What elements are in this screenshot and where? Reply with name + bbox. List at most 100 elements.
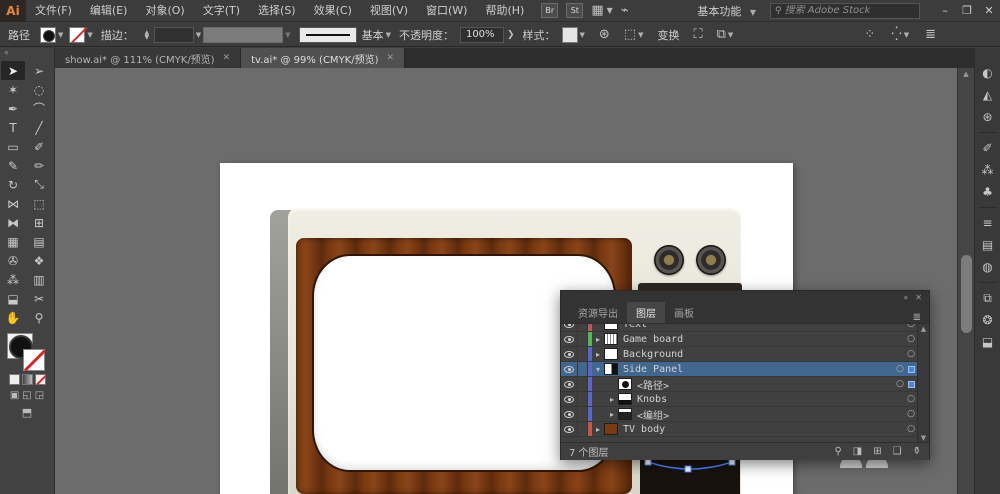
expand-toggle-icon[interactable]: ▸ xyxy=(592,335,604,344)
shape-builder-tool[interactable]: ⧓ xyxy=(1,213,25,232)
lock-toggle[interactable] xyxy=(578,332,588,346)
new-layer-icon[interactable]: ❏ xyxy=(893,446,902,457)
lock-toggle[interactable] xyxy=(578,362,588,376)
menu-item-4[interactable]: 选择(S) xyxy=(249,0,305,22)
close-button[interactable]: ✕ xyxy=(978,4,1000,17)
opacity-panel-arrow-icon[interactable]: ❯ xyxy=(507,30,515,40)
delete-layer-icon[interactable]: ⚱ xyxy=(913,446,921,457)
screen-mode-button[interactable]: ⬒ xyxy=(0,406,54,419)
links-icon[interactable]: ⧉ xyxy=(977,287,999,309)
stock-search[interactable]: ⚲ xyxy=(770,3,920,19)
restore-button[interactable]: ❐ xyxy=(956,4,978,17)
artboard-tool[interactable]: ⬓ xyxy=(1,289,25,308)
fill-stroke-control[interactable] xyxy=(7,333,47,371)
target-circle-icon[interactable]: ○ xyxy=(896,364,904,374)
layer-row-0[interactable]: Text○ xyxy=(561,323,929,332)
panel-menu-icon[interactable]: ≣ xyxy=(913,312,921,323)
visibility-toggle[interactable] xyxy=(561,407,578,421)
eyedropper-tool[interactable]: ✇ xyxy=(1,251,25,270)
width-tool[interactable]: ⋈ xyxy=(1,194,25,213)
stroke-weight-stepper[interactable]: ▲▼ xyxy=(142,27,152,43)
visibility-toggle[interactable] xyxy=(561,347,578,361)
fill-color-button[interactable]: ▼ xyxy=(40,27,63,43)
recolor-artwork-icon[interactable]: ⊛ xyxy=(977,106,999,128)
target-circle-icon[interactable]: ○ xyxy=(907,334,915,344)
layer-row-4[interactable]: <路径>○ xyxy=(561,377,929,392)
visibility-toggle[interactable] xyxy=(561,392,578,406)
stroke-icon[interactable]: ≡ xyxy=(977,212,999,234)
expand-toggle-icon[interactable]: ▸ xyxy=(606,410,618,419)
target-circle-icon[interactable]: ○ xyxy=(896,379,904,389)
align-objects-icon[interactable]: ⁘ xyxy=(864,27,875,42)
visibility-toggle[interactable] xyxy=(561,377,578,391)
tv-knob-shape[interactable] xyxy=(654,245,684,275)
workspace-switcher[interactable]: 基本功能 ▼ xyxy=(697,3,756,19)
search-input[interactable] xyxy=(785,5,915,16)
pencil-tool[interactable]: ✎ xyxy=(1,156,25,175)
scale-tool[interactable]: ⤡ xyxy=(27,175,51,194)
rectangle-tool[interactable]: ▭ xyxy=(1,137,25,156)
scroll-down-icon[interactable]: ▼ xyxy=(918,433,929,442)
none-button[interactable] xyxy=(35,374,46,385)
magic-wand-tool[interactable]: ✶ xyxy=(1,80,25,99)
width-profile-dropdown[interactable] xyxy=(203,27,283,43)
new-sublayer-icon[interactable]: ⊞ xyxy=(873,446,881,457)
arrange-documents-icon[interactable]: ▦ xyxy=(591,3,603,18)
hand-tool[interactable]: ✋ xyxy=(1,308,25,327)
symbol-sprayer-tool[interactable]: ⁂ xyxy=(1,270,25,289)
panel-close-icon[interactable]: ✕ xyxy=(915,293,922,302)
slice-tool[interactable]: ✂ xyxy=(27,289,51,308)
symbols-icon[interactable]: ♣ xyxy=(977,181,999,203)
curvature-tool[interactable]: ⌒ xyxy=(27,99,51,118)
target-circle-icon[interactable]: ○ xyxy=(907,409,915,419)
layer-row-5[interactable]: ▸Knobs○ xyxy=(561,392,929,407)
chevron-down-icon[interactable]: ▼ xyxy=(386,31,391,39)
visibility-toggle[interactable] xyxy=(561,362,578,376)
menu-item-1[interactable]: 编辑(E) xyxy=(81,0,137,22)
expand-toggle-icon[interactable]: ▸ xyxy=(592,350,604,359)
type-tool[interactable]: T xyxy=(1,118,25,137)
selection-tool[interactable]: ➤ xyxy=(1,61,25,80)
isolate-object-icon[interactable]: ⛶ xyxy=(693,27,702,42)
tab-artboards[interactable]: 画板 xyxy=(665,302,703,323)
layer-row-3[interactable]: ▾Side Panel○ xyxy=(561,362,929,377)
layer-row-1[interactable]: ▸Game board○ xyxy=(561,332,929,347)
draw-behind-icon[interactable]: ◱ xyxy=(22,390,31,401)
gradient-button[interactable] xyxy=(22,374,33,385)
gradient-tool[interactable]: ▤ xyxy=(27,232,51,251)
transform-button[interactable]: 变换 xyxy=(657,27,679,43)
brushes-icon[interactable]: ✐ xyxy=(977,137,999,159)
color-guide-icon[interactable]: ◭ xyxy=(977,84,999,106)
panel-menu-icon[interactable]: ≣ xyxy=(925,27,936,42)
stroke-proxy-swatch[interactable] xyxy=(23,349,45,371)
shape-options-icon[interactable]: ⧉ xyxy=(717,27,726,42)
visibility-toggle[interactable] xyxy=(561,422,578,436)
brush-definition-dropdown[interactable] xyxy=(299,27,357,43)
bridge-button[interactable]: Br xyxy=(541,3,558,18)
gradient-icon[interactable]: ▤ xyxy=(977,234,999,256)
stroke-color-button[interactable]: ▼ xyxy=(69,27,92,43)
rotate-tool[interactable]: ↻ xyxy=(1,175,25,194)
tab-close-icon[interactable]: ✕ xyxy=(387,53,395,63)
free-transform-tool[interactable]: ⬚ xyxy=(27,194,51,213)
lock-toggle[interactable] xyxy=(578,422,588,436)
make-clipping-mask-icon[interactable]: ◨ xyxy=(853,446,862,457)
pattern-icon[interactable]: ❂ xyxy=(977,309,999,331)
menu-item-2[interactable]: 对象(O) xyxy=(136,0,193,22)
target-circle-icon[interactable]: ○ xyxy=(907,424,915,434)
visibility-toggle[interactable] xyxy=(561,332,578,346)
scroll-up-icon[interactable]: ▲ xyxy=(958,68,974,80)
scrollbar-thumb[interactable] xyxy=(961,255,972,333)
document-tab-0[interactable]: show.ai* @ 111% (CMYK/预览)✕ xyxy=(55,48,241,68)
chevron-down-icon[interactable]: ▼ xyxy=(904,31,909,39)
share-icon[interactable]: ⌁ xyxy=(621,3,629,18)
symbol-sprayer-icon[interactable]: ⁂ xyxy=(977,159,999,181)
tab-layers[interactable]: 图层 xyxy=(627,302,665,323)
layers-scrollbar[interactable]: ▲ ▼ xyxy=(917,324,929,442)
tv-knob-shape[interactable] xyxy=(696,245,726,275)
scroll-up-icon[interactable]: ▲ xyxy=(918,324,929,334)
color-button[interactable] xyxy=(9,374,20,385)
stroke-weight-input[interactable] xyxy=(154,27,194,43)
tab-close-icon[interactable]: ✕ xyxy=(223,53,231,63)
visibility-toggle[interactable] xyxy=(561,323,578,331)
